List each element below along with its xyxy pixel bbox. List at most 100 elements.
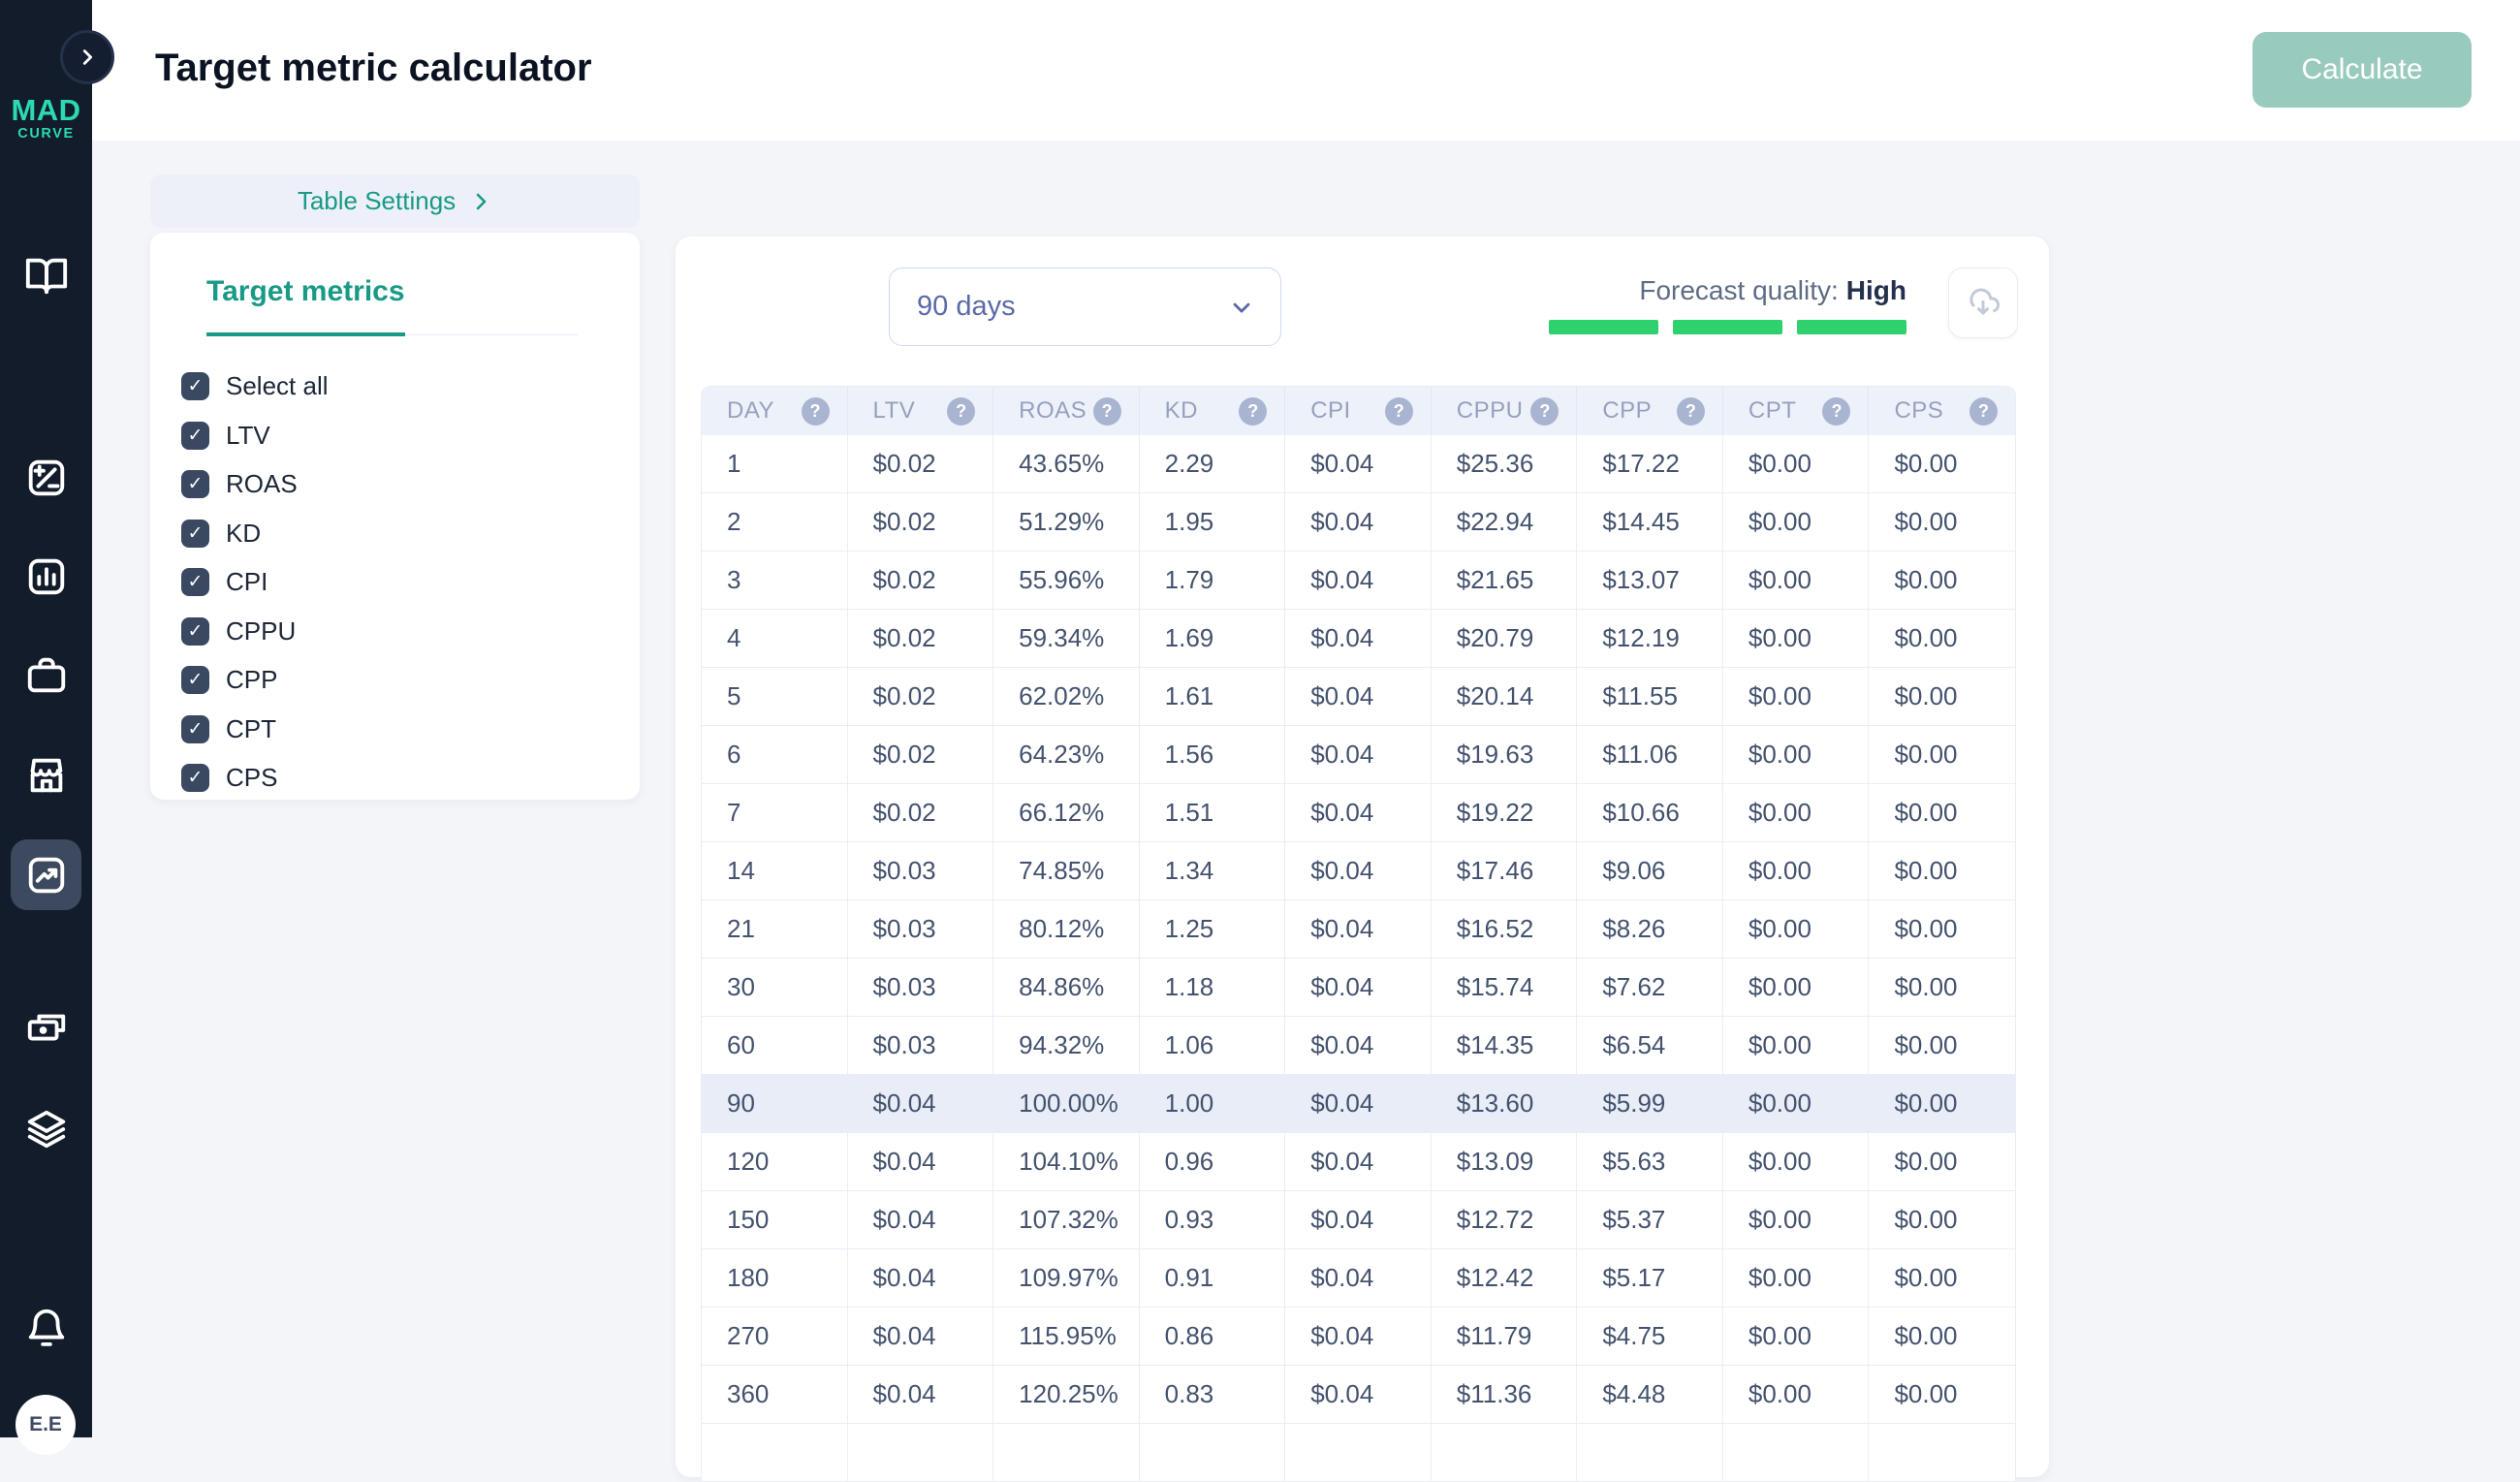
table-cell: $19.63 [1432,726,1578,783]
table-cell: $0.00 [1723,959,1870,1016]
table-cell: $0.00 [1869,435,2015,492]
help-icon[interactable]: ? [1530,397,1559,426]
table-cell: $0.02 [848,493,994,551]
table-cell: $0.00 [1723,610,1870,667]
table-cell: $13.09 [1432,1133,1578,1190]
help-icon[interactable]: ? [1385,397,1413,426]
table-cell: 80.12% [993,900,1140,958]
table-cell: $0.00 [1723,784,1870,841]
help-icon[interactable]: ? [1239,397,1267,426]
checkbox-cpi[interactable]: ✓ CPI [181,567,640,597]
metrics-table-body: 1$0.0243.65%2.29$0.04$25.36$17.22$0.00$0… [702,435,2015,1482]
table-cell: $0.00 [1869,610,2015,667]
table-cell: $22.94 [1432,493,1578,551]
table-cell: $0.04 [1285,1133,1432,1190]
checkbox-checked-icon: ✓ [181,422,209,450]
table-cell: 1.95 [1140,493,1286,551]
checkbox-checked-icon: ✓ [181,372,209,400]
table-cell: $0.04 [1285,842,1432,899]
table-cell: 0.96 [1140,1133,1286,1190]
checkbox-cpp[interactable]: ✓ CPP [181,665,640,695]
table-cell: $0.04 [1285,435,1432,492]
table-cell: $0.03 [848,842,994,899]
table-cell: $20.14 [1432,668,1578,725]
table-cell: 1.18 [1140,959,1286,1016]
chevron-down-icon [1228,294,1255,321]
help-icon[interactable]: ? [947,397,975,426]
download-button[interactable] [1948,268,2018,338]
table-cell: 7 [702,784,848,841]
table-row: 180$0.04109.97%0.91$0.04$12.42$5.17$0.00… [702,1249,2015,1308]
calculator-results-card: Payback period 90 days Forecast quality:… [676,236,2049,1477]
table-row: 270$0.04115.95%0.86$0.04$11.79$4.75$0.00… [702,1308,2015,1366]
checkbox-cps[interactable]: ✓ CPS [181,763,640,793]
payback-period-select[interactable]: 90 days [889,268,1281,346]
checkbox-cppu[interactable]: ✓ CPPU [181,616,640,646]
table-cell: $0.04 [1285,726,1432,783]
nav-layers-button[interactable] [0,1107,92,1151]
table-cell: 120.25% [993,1366,1140,1423]
help-icon[interactable]: ? [802,397,830,426]
help-icon[interactable]: ? [1677,397,1705,426]
chevron-right-icon [77,47,98,68]
table-cell: $0.04 [848,1133,994,1190]
column-header-label: CPS [1894,397,1943,425]
nav-portfolio-button[interactable] [0,653,92,698]
table-row: 3$0.0255.96%1.79$0.04$21.65$13.07$0.00$0… [702,552,2015,610]
table-cell: $0.04 [1285,900,1432,958]
table-row: 7$0.0266.12%1.51$0.04$19.22$10.66$0.00$0… [702,784,2015,842]
table-cell: $0.02 [848,726,994,783]
nav-reports-button[interactable] [0,554,92,599]
calculate-button[interactable]: Calculate [2252,32,2472,108]
table-cell: $11.06 [1577,726,1723,783]
checkbox-ltv[interactable]: ✓ LTV [181,421,640,451]
table-cell: 1 [702,435,848,492]
table-cell: $5.63 [1577,1133,1723,1190]
table-cell: $0.00 [1869,552,2015,609]
table-cell: 55.96% [993,552,1140,609]
table-row: 4$0.0259.34%1.69$0.04$20.79$12.19$0.00$0… [702,610,2015,668]
table-cell: $9.06 [1577,842,1723,899]
checkbox-cpt[interactable]: ✓ CPT [181,714,640,744]
checkbox-checked-icon: ✓ [181,764,209,792]
table-cell: $0.00 [1723,1191,1870,1248]
table-cell: $0.04 [1285,784,1432,841]
nav-notifications-button[interactable] [0,1306,92,1350]
quality-bar-segment [1549,320,1658,334]
table-cell: $0.03 [848,959,994,1016]
checkbox-select-all[interactable]: ✓ Select all [181,371,640,401]
table-cell: 100.00% [993,1075,1140,1132]
user-avatar[interactable]: E.E [16,1395,76,1455]
nav-calculator-button[interactable] [0,456,92,500]
table-cell: $0.00 [1723,1308,1870,1365]
table-cell: 120 [702,1133,848,1190]
help-icon[interactable]: ? [1822,397,1850,426]
nav-store-button[interactable] [0,753,92,798]
table-cell: $0.04 [1285,1308,1432,1365]
checkbox-kd[interactable]: ✓ KD [181,519,640,549]
metrics-checkbox-list: ✓ Select all ✓ LTV ✓ ROAS ✓ KD ✓ CPI ✓ C… [150,335,640,793]
table-cell: $0.02 [848,435,994,492]
nav-target-metrics-button[interactable] [11,839,81,910]
table-cell: 74.85% [993,842,1140,899]
sidebar-expand-button[interactable] [60,30,114,84]
table-cell: $0.00 [1723,435,1870,492]
table-settings-button[interactable]: Table Settings [150,174,640,228]
help-icon[interactable]: ? [1969,397,1998,426]
nav-payments-button[interactable] [0,1006,92,1051]
checkbox-roas[interactable]: ✓ ROAS [181,469,640,499]
bell-icon [24,1306,69,1350]
forecast-quality: Forecast quality:High [1422,275,1906,334]
help-icon[interactable]: ? [1093,397,1121,426]
table-cell: 0.86 [1140,1308,1286,1365]
nav-docs-button[interactable] [0,253,92,298]
quality-bar-segment [1797,320,1906,334]
table-cell [1723,1424,1870,1481]
tab-target-metrics[interactable]: Target metrics [206,275,405,336]
table-cell: 84.86% [993,959,1140,1016]
metric-checkbox-label: Select all [226,371,329,401]
column-header-label: CPT [1748,397,1797,425]
table-cell: $0.00 [1869,1308,2015,1365]
table-cell [1432,1424,1578,1481]
metrics-table: DAY ? LTV ? ROAS ? KD ? CPI ? CPPU ? CPP… [701,386,2016,1482]
